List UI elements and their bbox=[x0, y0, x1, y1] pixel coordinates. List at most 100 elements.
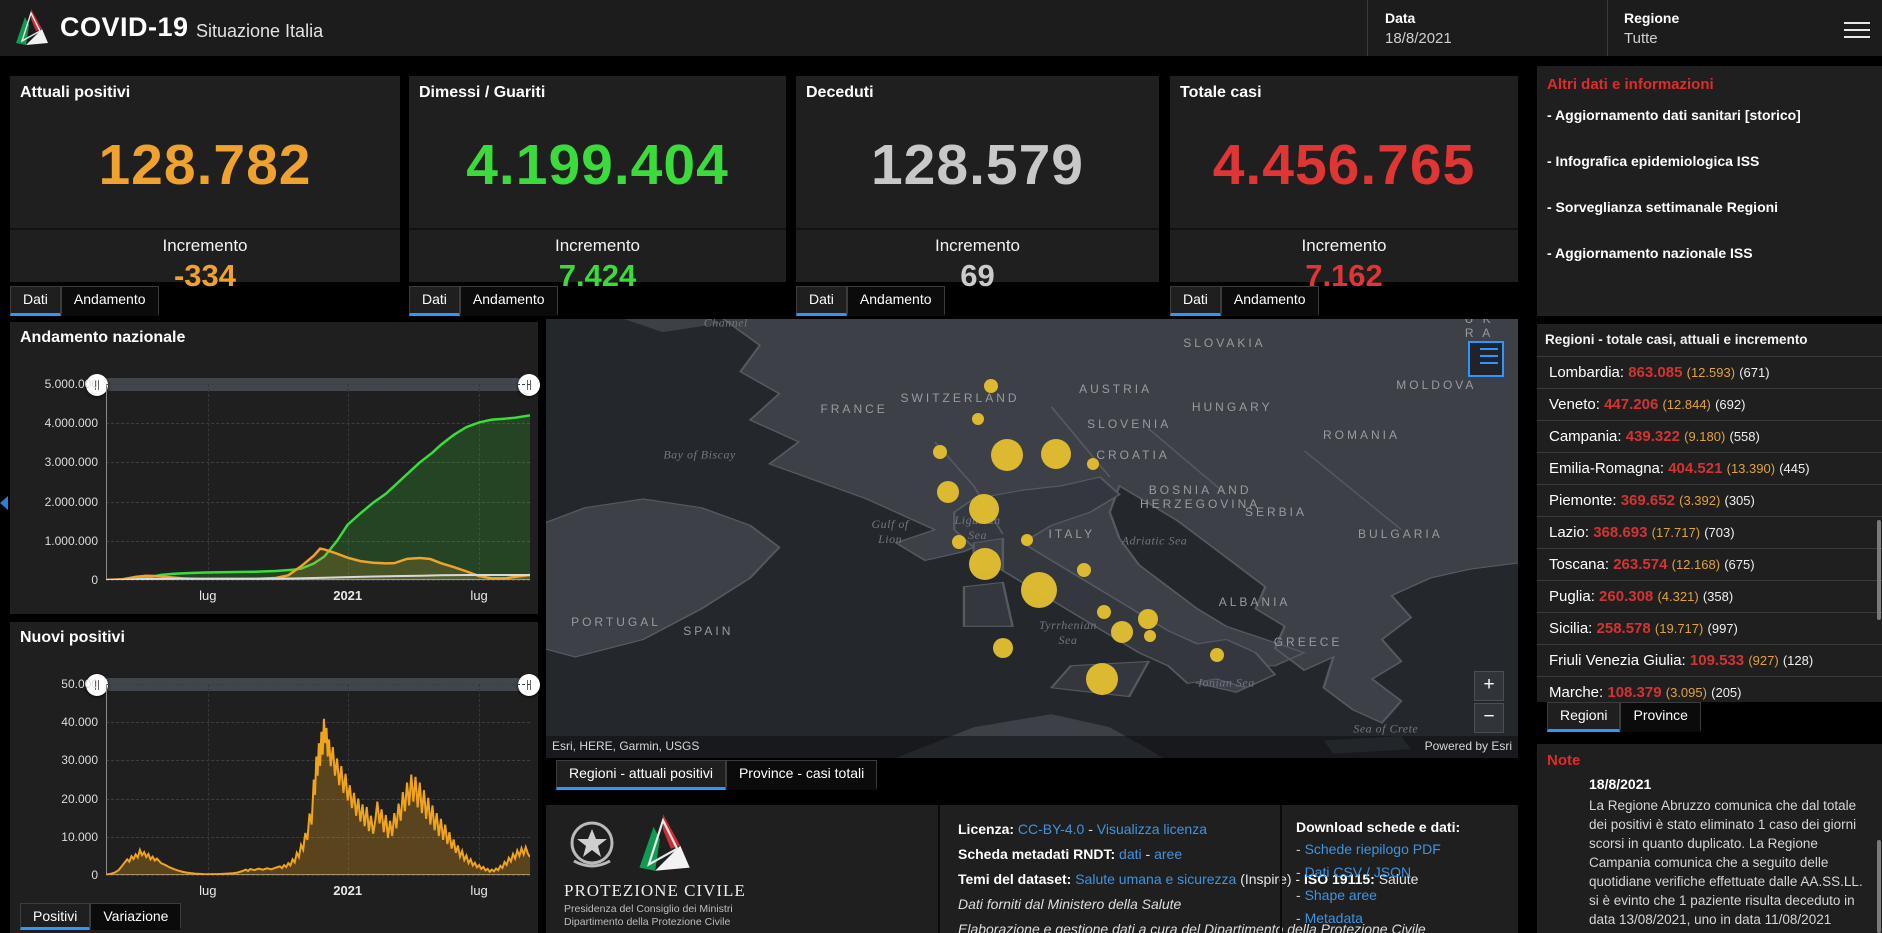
region-row-lombardia[interactable]: Lombardia: 863.085 (12.593) (671) bbox=[1537, 356, 1882, 388]
stat-card-title: Totale casi bbox=[1180, 84, 1262, 101]
download-link-shape-aree[interactable]: - Shape aree bbox=[1296, 887, 1460, 903]
map-zoom-out-button[interactable]: − bbox=[1474, 703, 1504, 733]
region-bubble[interactable] bbox=[952, 535, 967, 549]
license-link[interactable]: Salute umana e sicurezza bbox=[1075, 871, 1236, 887]
region-bubble[interactable] bbox=[1021, 533, 1034, 546]
menu-icon[interactable] bbox=[1844, 17, 1870, 39]
download-title: Download schede e dati: bbox=[1296, 819, 1461, 835]
region-row-toscana[interactable]: Toscana: 263.574 (12.168) (675) bbox=[1537, 548, 1882, 580]
altri-link-aggiornamento-nazionale-iss[interactable]: - Aggiornamento nazionale ISS bbox=[1547, 244, 1857, 262]
tab-province-casi-totali[interactable]: Province - casi totali bbox=[725, 760, 878, 790]
increment-label: Incremento bbox=[934, 236, 1021, 255]
dati-andamento-tabs: Dati Andamento bbox=[10, 286, 159, 316]
x-axis-tick: lug bbox=[199, 588, 217, 603]
license-panel: PROTEZIONE CIVILE Presidenza del Consigl… bbox=[546, 805, 1518, 933]
tab-positivi[interactable]: Positivi bbox=[20, 903, 91, 930]
tab-dati[interactable]: Dati bbox=[10, 286, 61, 316]
note-panel: Note 18/8/2021 La Regione Abruzzo comuni… bbox=[1537, 744, 1882, 933]
region-bubble[interactable] bbox=[1209, 647, 1224, 662]
andamento-nazionale-chart bbox=[106, 384, 530, 580]
scrollbar-thumb[interactable] bbox=[1877, 840, 1881, 933]
sea-label-sea-of-crete: Sea of Crete bbox=[1353, 721, 1419, 736]
region-bubble[interactable] bbox=[937, 480, 960, 503]
region-row-puglia[interactable]: Puglia: 260.308 (4.321) (358) bbox=[1537, 580, 1882, 612]
license-link[interactable]: dati bbox=[1119, 846, 1142, 862]
header-date-selector[interactable]: Data 18/8/2021 bbox=[1385, 10, 1452, 47]
scrollbar-thumb[interactable] bbox=[1877, 520, 1881, 620]
map-attribution-text: Esri, HERE, Garmin, USGS bbox=[552, 739, 700, 753]
region-bubble[interactable] bbox=[1111, 621, 1134, 643]
panel-title: Andamento nazionale bbox=[20, 329, 186, 346]
y-axis-tick: 4.000.000 bbox=[44, 416, 98, 431]
region-bubble[interactable] bbox=[1085, 662, 1118, 695]
altri-link-sorveglianza-settimanale-regioni[interactable]: - Sorveglianza settimanale Regioni bbox=[1547, 198, 1857, 216]
region-bubble[interactable] bbox=[1087, 457, 1100, 470]
map-legend-button[interactable] bbox=[1468, 341, 1504, 377]
app-subtitle: Situazione Italia bbox=[196, 21, 324, 41]
tab-andamento[interactable]: Andamento bbox=[1220, 286, 1319, 316]
collapse-panel-chevron-icon[interactable] bbox=[0, 496, 8, 510]
tab-regioni[interactable]: Regioni bbox=[1547, 702, 1621, 732]
altri-link-aggiornamento-dati-sanitari-storico[interactable]: - Aggiornamento dati sanitari [storico] bbox=[1547, 106, 1857, 124]
dati-andamento-tabs: Dati Andamento bbox=[1170, 286, 1319, 316]
country-label-france: FRANCE bbox=[820, 401, 888, 416]
region-bubble[interactable] bbox=[969, 494, 1000, 525]
tab-dati[interactable]: Dati bbox=[1170, 286, 1221, 316]
region-bubble[interactable] bbox=[1096, 604, 1111, 619]
region-row-friuli-venezia-giulia[interactable]: Friuli Venezia Giulia: 109.533 (927) (12… bbox=[1537, 644, 1882, 676]
download-link-dati-csv-json[interactable]: - Dati CSV / JSON bbox=[1296, 864, 1460, 880]
tab-province[interactable]: Province bbox=[1620, 702, 1701, 732]
stat-card-deceduti: Deceduti 128.579 Incremento 69 bbox=[796, 76, 1159, 293]
header-divider bbox=[1367, 0, 1368, 56]
x-axis-tick: lug bbox=[470, 883, 488, 898]
country-label-switzerland: SWITZERLAND bbox=[900, 391, 1020, 406]
region-bubble[interactable] bbox=[1020, 571, 1057, 608]
header-region-selector[interactable]: Regione Tutte bbox=[1624, 10, 1679, 47]
region-row-piemonte[interactable]: Piemonte: 369.652 (3.392) (305) bbox=[1537, 484, 1882, 516]
stat-card-title: Attuali positivi bbox=[20, 84, 131, 101]
tab-variazione[interactable]: Variazione bbox=[90, 903, 182, 930]
download-link-schede-riepilogo-pdf[interactable]: - Schede riepilogo PDF bbox=[1296, 841, 1460, 857]
region-row-sicilia[interactable]: Sicilia: 258.578 (19.717) (997) bbox=[1537, 612, 1882, 644]
increment-label: Incremento bbox=[1301, 236, 1387, 255]
region-bubble[interactable] bbox=[1137, 608, 1158, 629]
region-bubble[interactable] bbox=[969, 547, 1002, 580]
region-bubble[interactable] bbox=[1143, 629, 1156, 642]
y-axis-tick: 30.000 bbox=[61, 753, 98, 768]
region-bubble[interactable] bbox=[992, 637, 1013, 658]
tab-andamento[interactable]: Andamento bbox=[60, 286, 159, 316]
increment-label: Incremento bbox=[554, 236, 641, 255]
region-bubble[interactable] bbox=[1041, 439, 1072, 470]
download-link-metadata[interactable]: - Metadata bbox=[1296, 910, 1460, 926]
andamento-nazionale-panel: Andamento nazionale 5.000.000 4.000.000 3.… bbox=[10, 322, 540, 614]
region-bubble[interactable] bbox=[932, 445, 947, 460]
logos-block: PROTEZIONE CIVILE Presidenza del Consigl… bbox=[546, 805, 940, 933]
tab-regioni-attuali-positivi[interactable]: Regioni - attuali positivi bbox=[556, 760, 726, 790]
region-row-marche[interactable]: Marche: 108.379 (3.095) (205) bbox=[1537, 676, 1882, 702]
presidenza-emblem-icon bbox=[570, 821, 614, 868]
license-link[interactable]: CC-BY-4.0 bbox=[1018, 821, 1084, 837]
region-bubble[interactable] bbox=[984, 379, 999, 394]
regioni-list-panel: Regioni - totale casi, attuali e increme… bbox=[1537, 324, 1882, 702]
region-row-campania[interactable]: Campania: 439.322 (9.180) (558) bbox=[1537, 420, 1882, 452]
region-bubble[interactable] bbox=[990, 439, 1023, 472]
region-bubble[interactable] bbox=[1076, 563, 1091, 578]
region-row-emilia-romagna[interactable]: Emilia-Romagna: 404.521 (13.390) (445) bbox=[1537, 452, 1882, 484]
region-row-lazio[interactable]: Lazio: 368.693 (17.717) (703) bbox=[1537, 516, 1882, 548]
divider bbox=[796, 228, 1159, 230]
map-zoom-in-button[interactable]: + bbox=[1474, 671, 1504, 701]
license-link[interactable]: Visualizza licenza bbox=[1097, 821, 1207, 837]
region-row-veneto[interactable]: Veneto: 447.206 (12.844) (692) bbox=[1537, 388, 1882, 420]
tab-dati[interactable]: Dati bbox=[409, 286, 460, 316]
x-axis-tick: lug bbox=[470, 588, 488, 603]
tab-andamento[interactable]: Andamento bbox=[459, 286, 558, 316]
tab-andamento[interactable]: Andamento bbox=[846, 286, 945, 316]
altri-link-infografica-epidemiologica-iss[interactable]: - Infografica epidemiologica ISS bbox=[1547, 152, 1857, 170]
italy-map[interactable]: FRANCE SWITZERLAND AUSTRIA SLOVAKIA HUNGARY S… bbox=[546, 319, 1518, 758]
stat-card-value: 4.456.765 bbox=[1212, 133, 1476, 197]
y-axis-tick: 50.000 bbox=[61, 677, 98, 691]
country-label-slovenia: SLOVENIA bbox=[1087, 417, 1172, 432]
region-bubble[interactable] bbox=[971, 413, 984, 426]
license-link[interactable]: aree bbox=[1154, 846, 1182, 862]
tab-dati[interactable]: Dati bbox=[796, 286, 847, 316]
